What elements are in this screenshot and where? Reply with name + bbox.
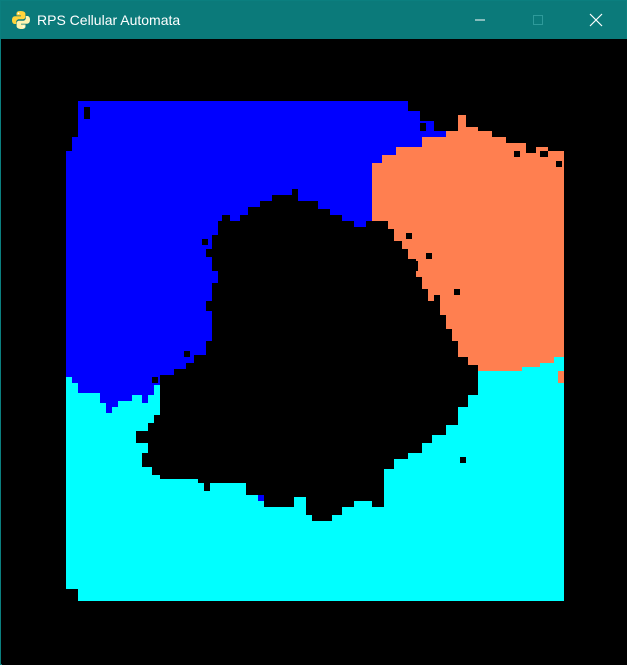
- automata-canvas-area[interactable]: [2, 39, 627, 665]
- automata-grid[interactable]: [2, 39, 627, 665]
- minimize-icon: [475, 19, 485, 21]
- blue-region: [66, 101, 446, 413]
- minimize-button[interactable]: [457, 1, 503, 39]
- title-bar[interactable]: RPS Cellular Automata: [1, 1, 626, 39]
- orange-region: [372, 115, 564, 383]
- maximize-icon: [533, 15, 543, 25]
- app-window: RPS Cellular Automata: [0, 0, 627, 665]
- python-icon: [12, 11, 30, 29]
- close-button[interactable]: [573, 1, 619, 39]
- maximize-button[interactable]: [515, 1, 561, 39]
- window-title: RPS Cellular Automata: [37, 12, 181, 28]
- close-icon: [589, 13, 603, 27]
